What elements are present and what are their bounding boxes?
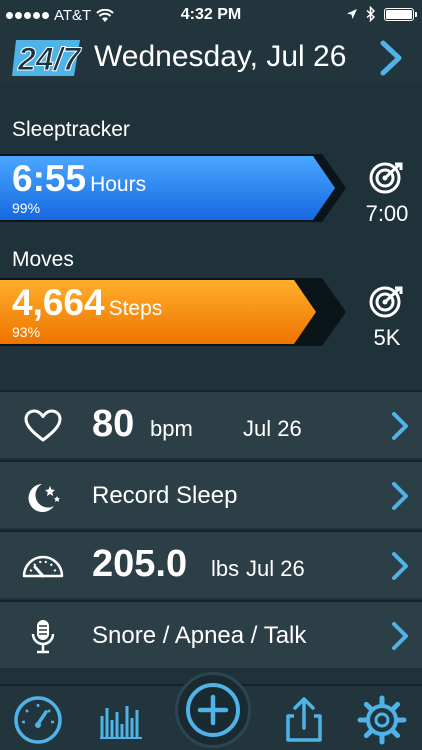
chevron-right-icon: [392, 412, 408, 440]
moon-stars-icon: [28, 484, 60, 512]
chevron-right-icon: [392, 552, 408, 580]
add-button[interactable]: [175, 672, 251, 748]
weight-value: 205.0: [92, 543, 188, 585]
tab-bar: [0, 672, 422, 750]
snore-apnea-label: Snore / Apnea / Talk: [92, 622, 307, 649]
speedometer-icon[interactable]: [12, 694, 64, 746]
snore-apnea-row[interactable]: Snore / Apnea / Talk: [0, 600, 422, 668]
weight-date: Jul 26: [246, 556, 305, 581]
target-icon: [369, 162, 403, 194]
sleep-duration-unit: Hours: [90, 173, 147, 196]
record-sleep-label: Record Sleep: [92, 482, 238, 509]
sleep-goal-value: 7:00: [365, 201, 409, 226]
share-icon[interactable]: [278, 694, 330, 746]
weight-row[interactable]: 205.0 lbs Jul 26: [0, 530, 422, 598]
chevron-right-icon: [392, 482, 408, 510]
heart-rate-value: 80: [92, 403, 135, 445]
header: 24/7 Wednesday, Jul 26: [0, 32, 422, 84]
sleep-percent: 99%: [12, 200, 41, 216]
chevron-right-icon[interactable]: [378, 40, 404, 76]
heart-icon: [24, 409, 62, 442]
sleep-duration-value: 6:55: [12, 158, 87, 199]
heart-rate-unit: bpm: [150, 416, 193, 441]
status-bar: AT&T 4:32 PM: [0, 0, 422, 32]
battery-icon: [384, 7, 417, 21]
steps-unit: Steps: [108, 297, 163, 320]
app-logo: 24/7: [12, 40, 82, 78]
moves-bar[interactable]: 4,664 Steps 93%: [0, 278, 350, 346]
steps-percent: 93%: [12, 324, 41, 340]
add-icon: [186, 683, 240, 737]
bluetooth-icon: [366, 6, 376, 22]
settings-icon[interactable]: [356, 694, 408, 746]
scale-gauge-icon: [22, 555, 64, 578]
moves-goal-value: 5K: [373, 325, 401, 350]
record-sleep-row[interactable]: Record Sleep: [0, 460, 422, 528]
microphone-icon: [31, 620, 55, 654]
svg-text:24/7: 24/7: [17, 41, 82, 77]
moves-goal[interactable]: 5K: [352, 284, 422, 351]
heart-rate-date: Jul 26: [243, 416, 302, 441]
sleeptracker-label: Sleeptracker: [12, 118, 130, 141]
sleeptracker-bar[interactable]: 6:55 Hours 99%: [0, 154, 350, 222]
chevron-right-icon: [392, 622, 408, 650]
weight-unit: lbs: [211, 556, 240, 581]
heart-rate-row[interactable]: 80 bpm Jul 26: [0, 390, 422, 458]
bar-chart-icon[interactable]: [94, 694, 146, 746]
sleep-goal[interactable]: 7:00: [352, 160, 422, 227]
moves-label: Moves: [12, 248, 74, 271]
steps-value: 4,664: [12, 282, 105, 323]
current-date: Wednesday, Jul 26: [94, 40, 347, 73]
target-icon: [369, 286, 403, 318]
location-icon: [347, 9, 357, 19]
